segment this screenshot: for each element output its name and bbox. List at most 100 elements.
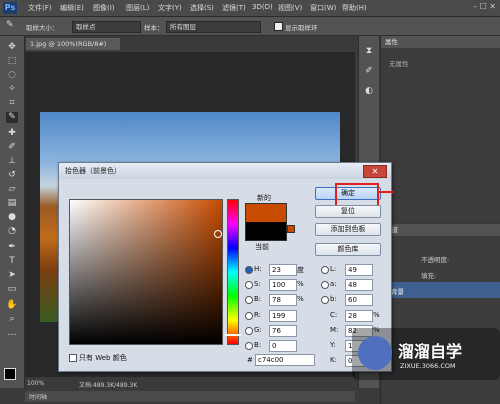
new-color-swatch xyxy=(246,204,286,222)
h-input[interactable]: 23 xyxy=(269,264,297,276)
lab-b-radio[interactable] xyxy=(321,296,329,304)
menu-3d[interactable]: 3D(D) xyxy=(252,3,273,11)
quick-select-tool-icon[interactable]: ✧ xyxy=(6,84,18,95)
a-input[interactable]: 48 xyxy=(345,279,373,291)
menu-filter[interactable]: 滤镜(T) xyxy=(222,3,246,13)
stamp-tool-icon[interactable]: ⊥ xyxy=(6,156,18,167)
history-panel-icon[interactable]: ⧗ xyxy=(363,46,375,57)
color-picker-dialog: 拾色器（前景色） ✕ 新的 当前 确定 复位 添加到色板 颜色库 H: 23 度… xyxy=(58,162,393,372)
brush-preset-icon[interactable]: ✐ xyxy=(363,66,375,77)
out-of-gamut-swatch[interactable] xyxy=(287,225,295,233)
hue-slider[interactable] xyxy=(225,199,241,345)
sample-size-select[interactable]: 取样点 xyxy=(72,21,141,33)
a-radio[interactable] xyxy=(321,281,329,289)
add-to-swatches-button[interactable]: 添加到色板 xyxy=(315,223,381,236)
fill-label: 填充: xyxy=(421,272,437,280)
type-tool-icon[interactable]: T xyxy=(6,256,18,267)
menu-help[interactable]: 帮助(H) xyxy=(342,3,367,13)
c-input[interactable]: 28 xyxy=(345,310,373,322)
current-color-swatch[interactable] xyxy=(246,222,286,240)
document-tab[interactable]: 1.jpg @ 100%(RGB/8#) xyxy=(26,38,120,50)
move-tool-icon[interactable]: ✥ xyxy=(6,42,18,53)
zoom-level: 100% xyxy=(27,380,45,387)
timeline-label: 时间轴 xyxy=(29,394,48,401)
hue-slider-handle[interactable] xyxy=(225,334,241,336)
menu-file[interactable]: 文件(F) xyxy=(28,3,52,13)
color-libraries-button[interactable]: 颜色库 xyxy=(315,243,381,256)
show-ring-checkbox[interactable] xyxy=(274,22,283,31)
layers-title[interactable]: 通道 xyxy=(381,224,500,236)
menu-edit[interactable]: 编辑(E) xyxy=(60,3,84,13)
marquee-tool-icon[interactable]: ⬚ xyxy=(6,56,18,67)
window-controls[interactable]: – ☐ ✕ xyxy=(473,2,496,11)
lab-b-input[interactable]: 60 xyxy=(345,294,373,306)
s-input[interactable]: 100 xyxy=(269,279,297,291)
r-label: R: xyxy=(254,311,262,319)
photoshop-logo: Ps xyxy=(3,2,17,14)
r-radio[interactable] xyxy=(245,312,253,320)
eyedropper-tool-icon[interactable]: ✎ xyxy=(6,112,18,123)
eyedropper-icon[interactable]: ✎ xyxy=(6,20,14,30)
c-unit: % xyxy=(373,311,380,319)
brush-tool-icon[interactable]: ✐ xyxy=(6,142,18,153)
g-label: G: xyxy=(254,326,262,334)
foreground-color-swatch[interactable] xyxy=(4,368,16,380)
red-arrow-icon xyxy=(379,191,393,193)
close-button[interactable]: ✕ xyxy=(363,165,387,178)
g-radio[interactable] xyxy=(245,327,253,335)
timeline-tab[interactable]: 时间轴 xyxy=(25,391,355,402)
s-radio[interactable] xyxy=(245,281,253,289)
eraser-tool-icon[interactable]: ▱ xyxy=(6,184,18,195)
s-label: S: xyxy=(254,280,261,288)
blur-tool-icon[interactable]: ● xyxy=(6,212,18,223)
zoom-tool-icon[interactable]: ⌕ xyxy=(6,314,18,325)
lab-b-label: b: xyxy=(330,295,337,303)
h-radio[interactable] xyxy=(245,266,253,274)
properties-panel: 属性 无属性 xyxy=(380,36,500,221)
color-field-cursor[interactable] xyxy=(214,230,222,238)
menu-layer[interactable]: 图层(L) xyxy=(126,3,149,13)
blue-label: B: xyxy=(254,341,262,349)
web-only-checkbox[interactable] xyxy=(69,354,77,362)
l-label: L: xyxy=(330,265,337,273)
history-brush-tool-icon[interactable]: ↺ xyxy=(6,170,18,181)
menu-view[interactable]: 视图(V) xyxy=(278,3,302,13)
g-input[interactable]: 76 xyxy=(269,325,297,337)
hand-tool-icon[interactable]: ✋ xyxy=(6,300,18,311)
new-label: 新的 xyxy=(257,194,271,202)
b-radio[interactable] xyxy=(245,296,253,304)
properties-title[interactable]: 属性 xyxy=(381,36,500,48)
color-field[interactable] xyxy=(69,199,223,345)
r-input[interactable]: 199 xyxy=(269,310,297,322)
crop-tool-icon[interactable]: ⌗ xyxy=(6,98,18,109)
menu-window[interactable]: 窗口(W) xyxy=(310,3,336,13)
l-radio[interactable] xyxy=(321,266,329,274)
ok-highlight-box xyxy=(335,183,379,207)
hex-input[interactable]: c74c00 xyxy=(255,354,315,366)
healing-tool-icon[interactable]: ✚ xyxy=(6,128,18,139)
h-label: H: xyxy=(254,265,262,273)
more-tools-icon[interactable]: … xyxy=(6,328,18,339)
layer-row-background[interactable]: 背景 xyxy=(381,282,500,298)
blue-input[interactable]: 0 xyxy=(269,340,297,352)
sample-select[interactable]: 所有图层 xyxy=(166,21,261,33)
adjust-panel-icon[interactable]: ◐ xyxy=(363,86,375,97)
dialog-title-bar[interactable]: 拾色器（前景色） xyxy=(59,163,391,179)
menu-type[interactable]: 文字(Y) xyxy=(158,3,182,13)
lasso-tool-icon[interactable]: ◌ xyxy=(6,70,18,81)
menu-image[interactable]: 图像(I) xyxy=(93,3,115,13)
l-input[interactable]: 49 xyxy=(345,264,373,276)
pen-tool-icon[interactable]: ✒ xyxy=(6,242,18,253)
tools-panel: ✥ ⬚ ◌ ✧ ⌗ ✎ ✚ ✐ ⊥ ↺ ▱ ▤ ● ◔ ✒ T ➤ ▭ ✋ ⌕ … xyxy=(0,36,25,388)
path-select-tool-icon[interactable]: ➤ xyxy=(6,270,18,281)
gradient-tool-icon[interactable]: ▤ xyxy=(6,198,18,209)
b-input[interactable]: 78 xyxy=(269,294,297,306)
menu-select[interactable]: 选择(S) xyxy=(190,3,214,13)
dodge-tool-icon[interactable]: ◔ xyxy=(6,226,18,237)
blue-radio[interactable] xyxy=(245,342,253,350)
s-unit: % xyxy=(297,280,304,288)
y-label: Y: xyxy=(330,341,336,349)
shape-tool-icon[interactable]: ▭ xyxy=(6,284,18,295)
reset-button[interactable]: 复位 xyxy=(315,205,381,218)
properties-empty-text: 无属性 xyxy=(389,60,409,68)
